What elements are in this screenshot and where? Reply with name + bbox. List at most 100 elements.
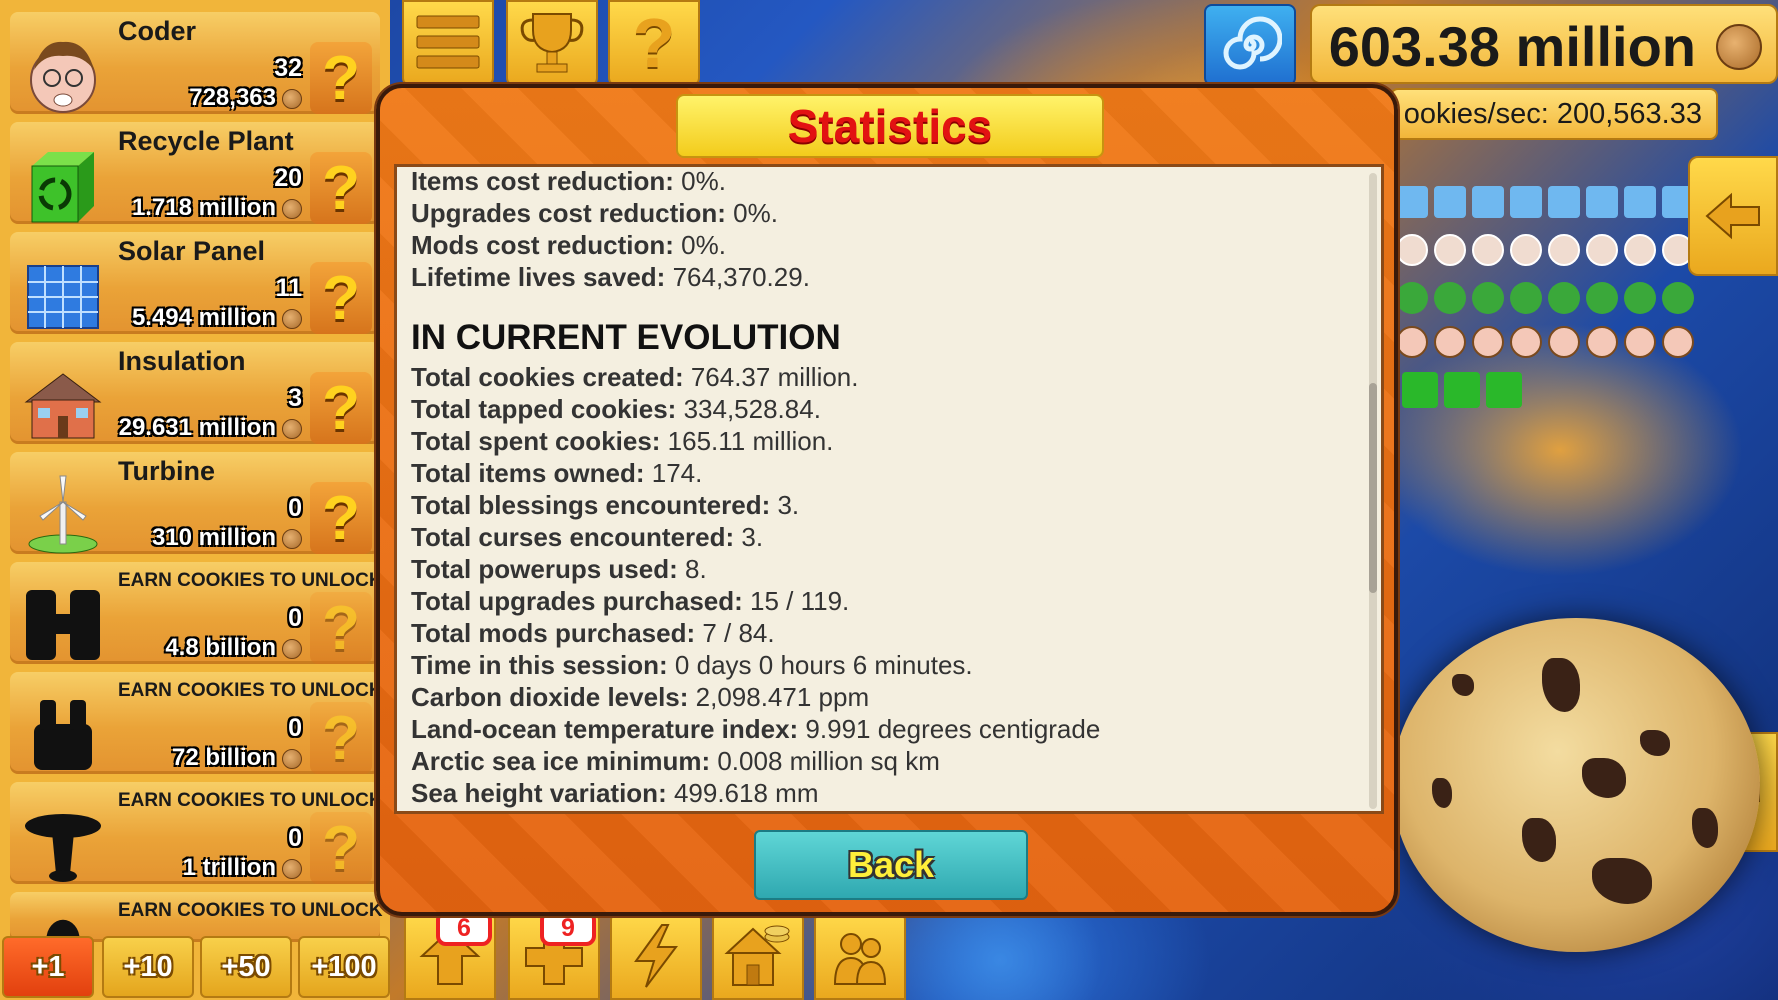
cookie-coin-icon bbox=[282, 529, 302, 549]
menu-button[interactable] bbox=[402, 0, 494, 86]
back-button[interactable]: Back bbox=[754, 830, 1028, 900]
stat-value: 15 / 119. bbox=[742, 586, 850, 616]
arrow-left-icon bbox=[1705, 192, 1760, 240]
stat-value: 0.008 million sq km bbox=[710, 746, 940, 776]
bank-button[interactable] bbox=[712, 912, 804, 1000]
buy-amount-10-button[interactable]: +10 bbox=[102, 936, 194, 998]
cursor-icon bbox=[1586, 186, 1618, 218]
hamburger-menu-icon bbox=[416, 15, 480, 69]
question-mark-icon: ? bbox=[632, 4, 676, 82]
statistics-dialog: Statistics Items cost reduction: 0%. Upg… bbox=[376, 84, 1398, 916]
shop-item-insulation[interactable]: Insulation 3 29.631 million ? bbox=[10, 342, 380, 444]
item-count: 0 bbox=[288, 714, 302, 742]
stat-row: Total upgrades purchased: 15 / 119. bbox=[411, 585, 1100, 617]
info-question-button[interactable]: ? bbox=[310, 702, 372, 774]
lightning-bolt-icon bbox=[634, 924, 678, 988]
buy-amount-50-button[interactable]: +50 bbox=[200, 936, 292, 998]
stat-value: 7 / 84. bbox=[695, 618, 775, 648]
cookie-coin-icon bbox=[282, 89, 302, 109]
item-price: 72 billion bbox=[171, 744, 276, 771]
stat-value: 334,528.84. bbox=[676, 394, 821, 424]
upgrades-button[interactable]: 6 bbox=[404, 910, 496, 1000]
shop-item-recycle-plant[interactable]: Recycle Plant 20 1.718 million ? bbox=[10, 122, 380, 224]
stat-label: Total upgrades purchased: bbox=[411, 586, 743, 616]
health-button[interactable]: 9 bbox=[508, 910, 600, 1000]
stats-scroll-panel[interactable]: Items cost reduction: 0%. Upgrades cost … bbox=[394, 164, 1384, 814]
social-button[interactable] bbox=[814, 912, 906, 1000]
coder-icon bbox=[1586, 326, 1618, 358]
grandma-icon bbox=[1510, 234, 1542, 266]
item-price: 1.718 million bbox=[131, 194, 276, 221]
shop-item-turbine[interactable]: Turbine 0 310 million ? bbox=[10, 452, 380, 554]
info-question-button[interactable]: ? bbox=[310, 372, 372, 444]
tree-icon bbox=[1662, 282, 1694, 314]
shop-item-coder[interactable]: Coder 32 728,363 ? bbox=[10, 12, 380, 114]
cursor-sprite-row bbox=[1396, 186, 1694, 218]
info-question-button[interactable]: ? bbox=[310, 812, 372, 884]
coder-icon bbox=[1434, 326, 1466, 358]
stat-label: Total tapped cookies: bbox=[411, 394, 677, 424]
stat-label: Upgrades cost reduction: bbox=[411, 198, 726, 228]
buy-amount-100-button[interactable]: +100 bbox=[298, 936, 390, 998]
big-cookie[interactable] bbox=[1392, 618, 1760, 952]
info-question-button[interactable]: ? bbox=[310, 482, 372, 554]
coder-icon bbox=[1624, 326, 1656, 358]
coder-icon bbox=[1548, 326, 1580, 358]
cursor-icon bbox=[1434, 186, 1466, 218]
stat-value: 2,098.471 ppm bbox=[688, 682, 870, 712]
chocolate-chip bbox=[1640, 730, 1670, 756]
stat-label: Total cookies created: bbox=[411, 362, 684, 392]
cursor-icon bbox=[1396, 186, 1428, 218]
shop-item-locked-1[interactable]: EARN COOKIES TO UNLOCK 0 4.8 billion ? bbox=[10, 562, 383, 664]
expand-panel-arrow-button[interactable] bbox=[1688, 156, 1778, 276]
recycle-sprite-row bbox=[1402, 372, 1522, 408]
cursor-icon bbox=[1510, 186, 1542, 218]
shop-item-locked-4[interactable]: EARN COOKIES TO UNLOCK bbox=[10, 892, 383, 950]
help-button[interactable]: ? bbox=[608, 0, 700, 86]
item-name: Coder bbox=[118, 16, 197, 46]
cookie-coin-icon bbox=[282, 639, 302, 659]
chocolate-chip bbox=[1582, 758, 1626, 798]
tree-sprite-row bbox=[1396, 282, 1694, 314]
evolution-swirl-button[interactable] bbox=[1204, 4, 1296, 86]
chocolate-chip bbox=[1542, 658, 1580, 712]
cookie-coin-icon bbox=[1716, 24, 1762, 70]
grandma-icon bbox=[1396, 234, 1428, 266]
stat-row: Total tapped cookies: 334,528.84. bbox=[411, 393, 1100, 425]
info-question-button[interactable]: ? bbox=[310, 42, 372, 114]
info-question-button[interactable]: ? bbox=[310, 262, 372, 334]
stat-row: Lifetime lives saved: 764,370.29. bbox=[411, 261, 1100, 293]
item-name: Solar Panel bbox=[118, 236, 266, 266]
item-name: Turbine bbox=[118, 456, 215, 486]
info-question-button[interactable]: ? bbox=[310, 152, 372, 224]
house-icon bbox=[24, 373, 102, 439]
chocolate-chip bbox=[1592, 858, 1652, 904]
shop-item-locked-3[interactable]: EARN COOKIES TO UNLOCK 0 1 trillion ? bbox=[10, 782, 383, 884]
stat-value: 9.991 degrees centigrade bbox=[798, 714, 1101, 744]
powerups-button[interactable] bbox=[610, 912, 702, 1000]
achievements-button[interactable] bbox=[506, 0, 598, 86]
stat-value: 0 days 0 hours 6 minutes. bbox=[667, 650, 973, 680]
shop-item-solar-panel[interactable]: Solar Panel 11 5.494 million ? bbox=[10, 232, 380, 334]
stat-label: Lifetime lives saved: bbox=[411, 262, 666, 292]
dialog-title: Statistics bbox=[676, 94, 1104, 158]
locked-label: EARN COOKIES TO UNLOCK bbox=[118, 680, 383, 701]
stat-value: 165.11 million. bbox=[660, 426, 834, 456]
stat-value: 3. bbox=[770, 490, 800, 520]
locked-label: EARN COOKIES TO UNLOCK bbox=[118, 900, 383, 921]
wind-turbine-icon bbox=[28, 475, 98, 554]
item-price: 728,363 bbox=[189, 84, 276, 111]
cursor-icon bbox=[1548, 186, 1580, 218]
recycle-cube-icon bbox=[1444, 372, 1480, 408]
item-price: 5.494 million bbox=[131, 304, 276, 331]
stat-value: 3. bbox=[734, 522, 764, 552]
chocolate-chip bbox=[1692, 808, 1718, 848]
buy-amount-1-button[interactable]: +1 bbox=[2, 936, 94, 998]
scrollbar-thumb[interactable] bbox=[1369, 383, 1377, 593]
stat-label: Total curses encountered: bbox=[411, 522, 735, 552]
shop-item-locked-2[interactable]: EARN COOKIES TO UNLOCK 0 72 billion ? bbox=[10, 672, 383, 774]
stat-row: Total blessings encountered: 3. bbox=[411, 489, 1100, 521]
grandma-icon bbox=[1586, 234, 1618, 266]
info-question-button[interactable]: ? bbox=[310, 592, 372, 664]
locked-label: EARN COOKIES TO UNLOCK bbox=[118, 790, 383, 811]
